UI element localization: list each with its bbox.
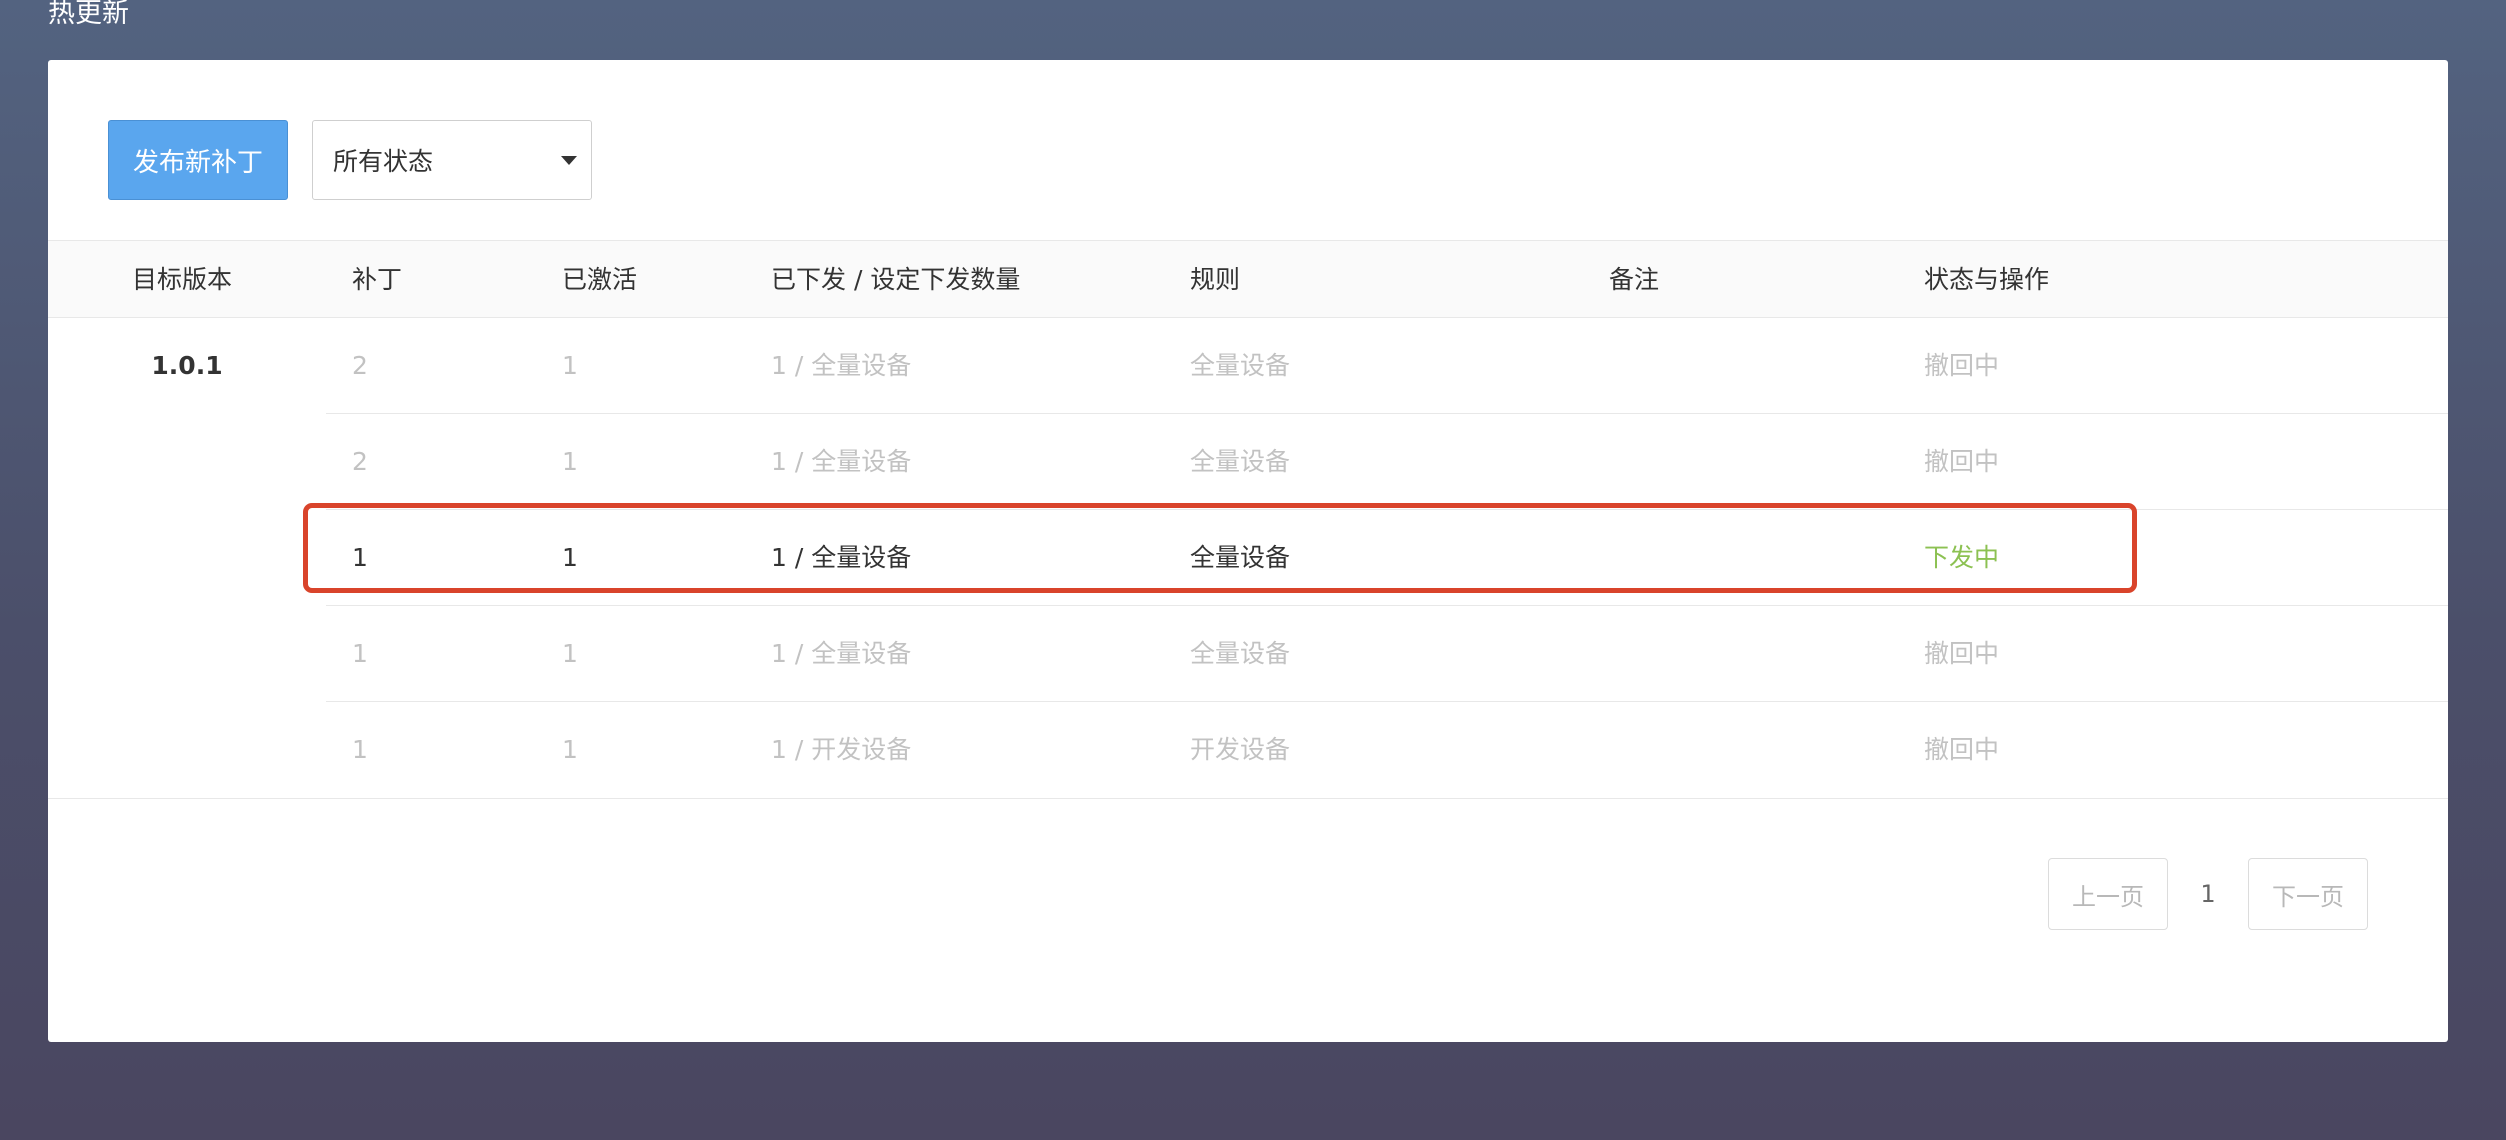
rule-cell: 开发设备	[1190, 735, 1291, 764]
toolbar: 发布新补丁 所有状态	[108, 120, 592, 200]
activated-cell: 1	[562, 351, 578, 380]
status-action[interactable]: 下发中	[1924, 510, 1999, 606]
column-header-target-version: 目标版本	[132, 265, 233, 294]
issued-cell: 1 / 全量设备	[771, 447, 912, 476]
activated-cell: 1	[562, 735, 578, 764]
patch-cell: 1	[352, 735, 368, 764]
issued-cell: 1 / 全量设备	[771, 639, 912, 668]
column-header-status: 状态与操作	[1924, 265, 2050, 294]
issued-cell: 1 / 开发设备	[771, 735, 912, 764]
column-header-rule: 规则	[1190, 265, 1241, 294]
rule-cell: 全量设备	[1190, 351, 1291, 380]
page-title: 热更新	[48, 0, 129, 29]
table-row: 2 1 1 / 全量设备 全量设备 撤回中	[326, 414, 2448, 510]
rule-cell: 全量设备	[1190, 447, 1291, 476]
activated-cell: 1	[562, 543, 578, 572]
rule-cell: 全量设备	[1190, 543, 1291, 572]
table-row-active: 1 1 1 / 全量设备 全量设备 下发中	[326, 510, 2448, 606]
column-header-issued: 已下发 / 设定下发数量	[771, 265, 1021, 294]
column-header-note: 备注	[1609, 265, 1660, 294]
chevron-down-icon	[561, 155, 577, 165]
status-action[interactable]: 撤回中	[1924, 606, 1999, 702]
status-action[interactable]: 撤回中	[1924, 702, 1999, 798]
column-header-patch: 补丁	[352, 265, 403, 294]
patch-cell: 2	[352, 351, 368, 380]
rule-cell: 全量设备	[1190, 639, 1291, 668]
next-page-button[interactable]: 下一页	[2248, 858, 2368, 930]
issued-cell: 1 / 全量设备	[771, 351, 912, 380]
pagination: 上一页 1 下一页	[2048, 858, 2368, 930]
status-action[interactable]: 撤回中	[1924, 414, 1999, 510]
table-bottom-divider	[48, 798, 2448, 799]
publish-patch-button[interactable]: 发布新补丁	[108, 120, 288, 200]
table-row: 2 1 1 / 全量设备 全量设备 撤回中	[326, 318, 2448, 414]
patch-list-card: 发布新补丁 所有状态 目标版本 补丁 已激活 已下发 / 设定下发数量 规则 备…	[48, 60, 2448, 1042]
status-filter-value: 所有状态	[333, 147, 434, 176]
column-header-activated: 已激活	[562, 265, 638, 294]
current-page-number[interactable]: 1	[2188, 880, 2228, 908]
patch-cell: 2	[352, 447, 368, 476]
target-version-cell: 1.0.1	[151, 351, 223, 380]
status-action[interactable]: 撤回中	[1924, 318, 1999, 414]
prev-page-button[interactable]: 上一页	[2048, 858, 2168, 930]
table-row: 1 1 1 / 开发设备 开发设备 撤回中	[326, 702, 2448, 798]
status-filter-select[interactable]: 所有状态	[312, 120, 592, 200]
patch-cell: 1	[352, 639, 368, 668]
table-row: 1 1 1 / 全量设备 全量设备 撤回中	[326, 606, 2448, 702]
activated-cell: 1	[562, 639, 578, 668]
patch-cell: 1	[352, 543, 368, 572]
issued-cell: 1 / 全量设备	[771, 543, 912, 572]
table-header: 目标版本 补丁 已激活 已下发 / 设定下发数量 规则 备注 状态与操作	[48, 240, 2448, 318]
activated-cell: 1	[562, 447, 578, 476]
